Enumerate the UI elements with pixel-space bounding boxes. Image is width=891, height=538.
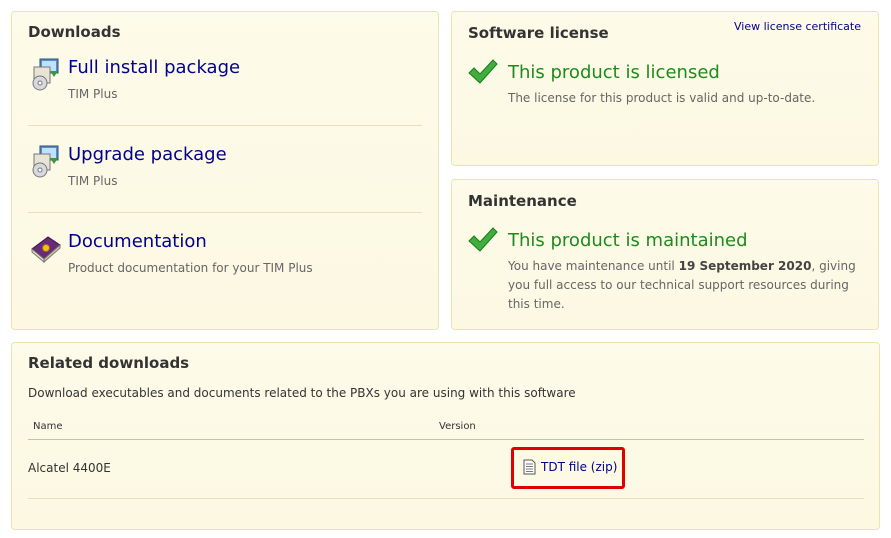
book-icon	[31, 236, 61, 264]
related-downloads-panel: Related downloads Download executables a…	[11, 342, 880, 530]
maintenance-title: Maintenance	[468, 192, 577, 210]
maintenance-text-before: You have maintenance until	[508, 259, 679, 273]
view-license-certificate-link[interactable]: View license certificate	[734, 20, 861, 33]
column-header-name: Name	[33, 421, 63, 432]
checkmark-icon	[468, 227, 498, 252]
divider	[28, 125, 422, 126]
tdt-file-zip-link[interactable]: TDT file (zip)	[541, 460, 617, 474]
full-install-package-link[interactable]: Full install package	[68, 57, 240, 78]
installer-icon	[32, 58, 59, 91]
tdt-file-highlight: TDT file (zip)	[511, 447, 625, 489]
upgrade-subtitle: TIM Plus	[68, 174, 118, 188]
related-downloads-description: Download executables and documents relat…	[28, 386, 576, 400]
downloads-title: Downloads	[28, 23, 121, 41]
documentation-subtitle: Product documentation for your TIM Plus	[68, 261, 313, 275]
software-license-title: Software license	[468, 24, 609, 42]
upgrade-package-link[interactable]: Upgrade package	[68, 144, 227, 165]
table-row-name: Alcatel 4400E	[28, 461, 111, 475]
maintenance-status: This product is maintained	[508, 230, 748, 251]
related-downloads-title: Related downloads	[28, 354, 190, 372]
file-zip-icon	[523, 459, 536, 475]
downloads-panel: Downloads Full install package TIM Plus …	[11, 11, 439, 330]
checkmark-icon	[468, 59, 498, 84]
divider	[28, 212, 422, 213]
full-install-subtitle: TIM Plus	[68, 87, 118, 101]
table-header-divider	[28, 439, 864, 440]
maintenance-panel: Maintenance This product is maintained Y…	[451, 179, 879, 330]
maintenance-date: 19 September 2020	[678, 259, 812, 273]
license-status: This product is licensed	[508, 62, 720, 83]
table-row-divider	[28, 498, 864, 499]
software-license-panel: Software license View license certificat…	[451, 11, 879, 166]
documentation-link[interactable]: Documentation	[68, 231, 207, 252]
maintenance-description: You have maintenance until 19 September …	[508, 257, 866, 314]
installer-icon	[32, 145, 59, 178]
license-description: The license for this product is valid an…	[508, 91, 816, 105]
column-header-version: Version	[439, 421, 476, 432]
